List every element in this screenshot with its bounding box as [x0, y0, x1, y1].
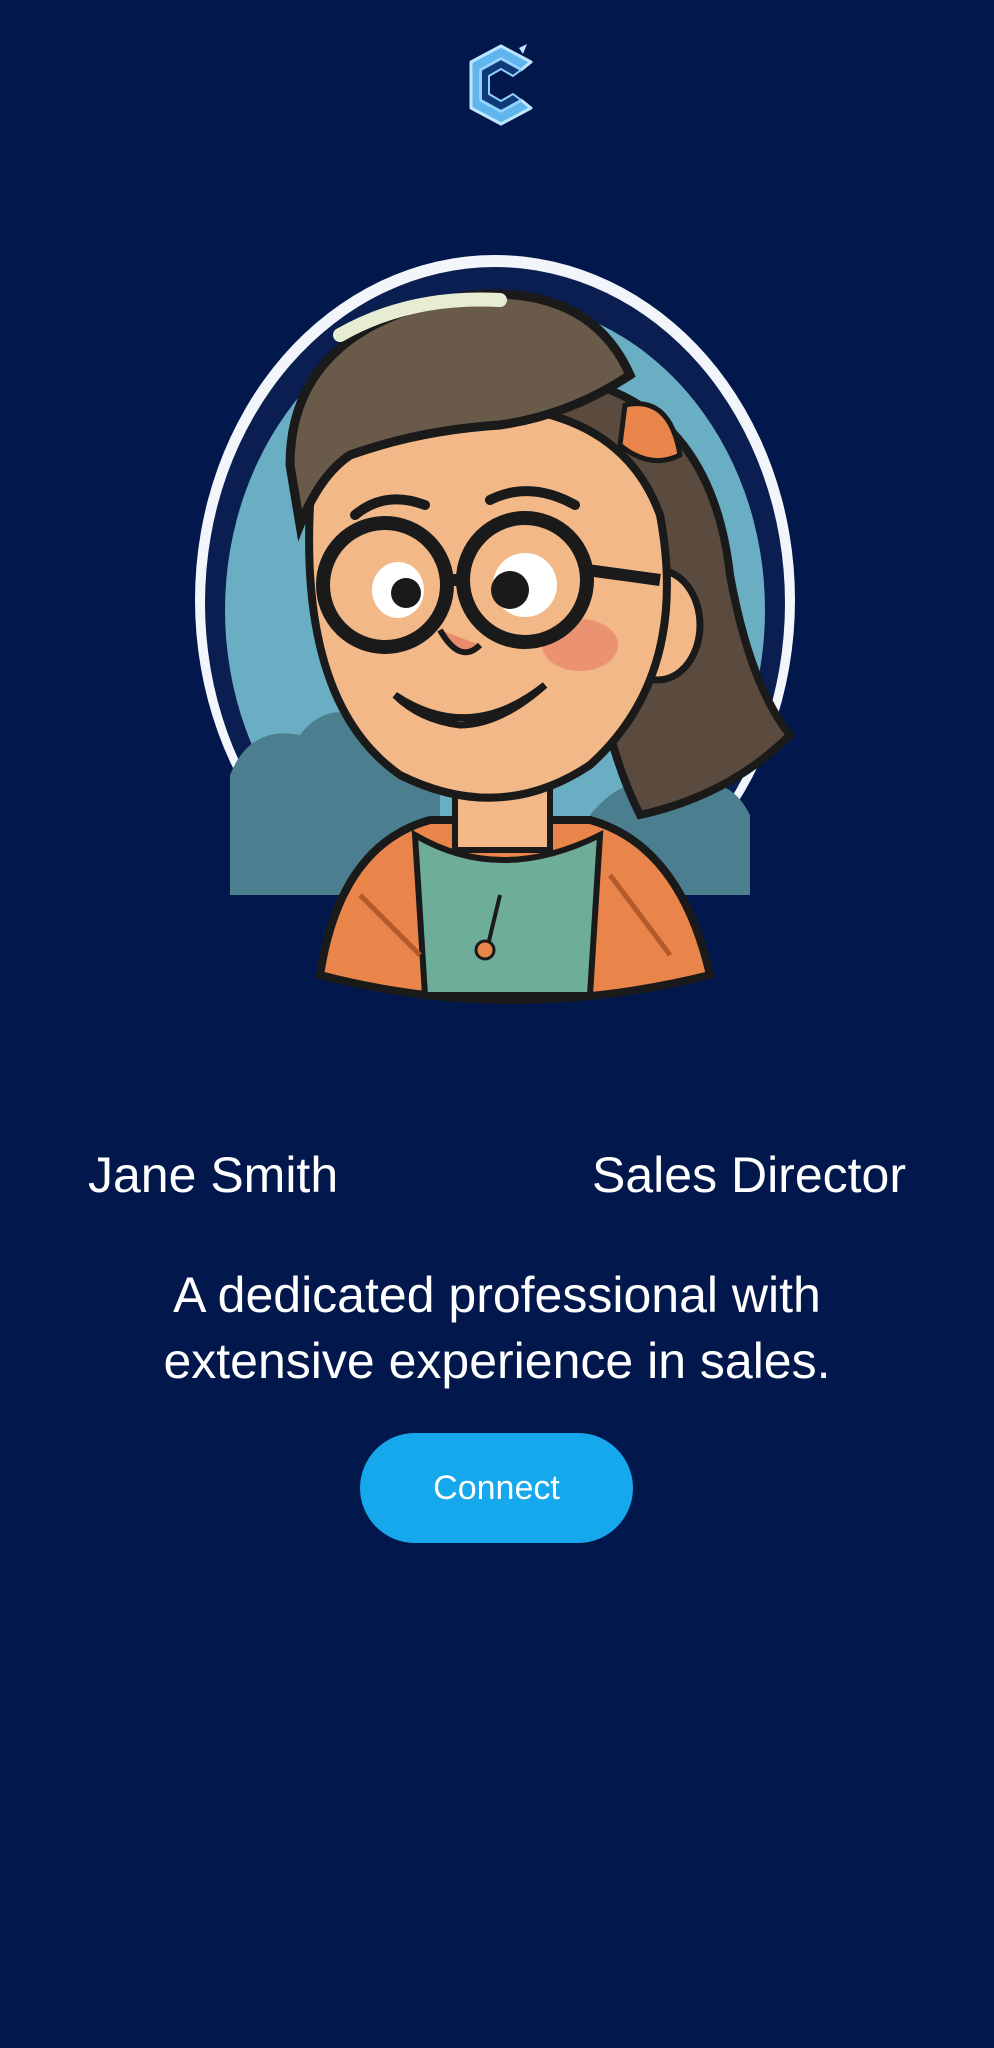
c-logo-icon — [469, 44, 533, 126]
profile-bio: A dedicated professional with extensive … — [163, 1267, 831, 1389]
profile-header: Jane Smith Sales Director — [0, 1140, 994, 1210]
app-logo — [461, 40, 541, 130]
profile-avatar — [170, 255, 830, 1025]
profile-role: Sales Director — [592, 1147, 906, 1203]
connect-button[interactable]: Connect — [360, 1433, 633, 1543]
profile-name: Jane Smith — [88, 1147, 339, 1203]
cartoon-avatar-image — [195, 255, 796, 1004]
